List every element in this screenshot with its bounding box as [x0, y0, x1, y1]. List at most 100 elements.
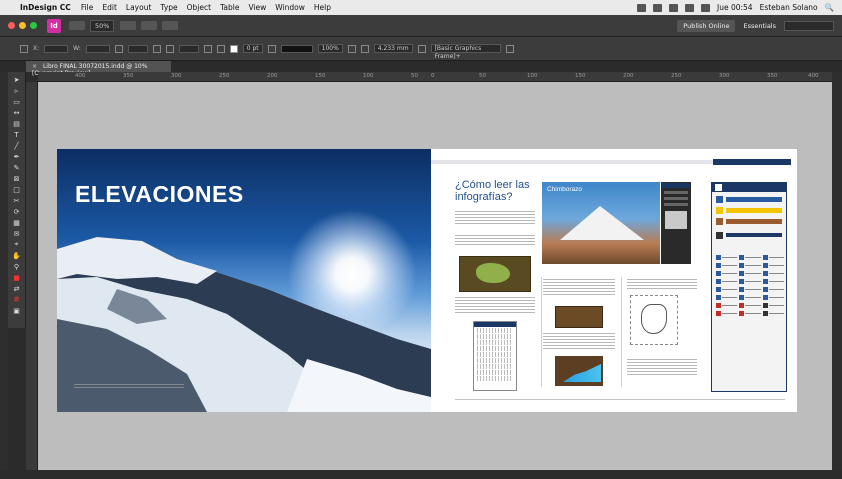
photo-caption[interactable]	[74, 384, 194, 390]
legend-box[interactable]	[473, 321, 517, 391]
climate-graphic[interactable]	[555, 306, 603, 328]
free-transform-tool-icon[interactable]: ⟳	[12, 207, 21, 216]
scissors-tool-icon[interactable]: ✂	[12, 196, 21, 205]
info-sidebar[interactable]	[661, 182, 691, 264]
outline-shape	[641, 304, 667, 334]
signage-cell	[762, 287, 784, 292]
regional-map-thumbnail[interactable]	[459, 256, 531, 292]
zoom-level[interactable]: 50%	[90, 19, 115, 32]
screen-mode-icon[interactable]: ▣	[12, 306, 21, 315]
pen-tool-icon[interactable]: ✒	[12, 152, 21, 161]
right-page[interactable]: ¿Cómo leer las infografías? Chimborazo	[431, 149, 797, 412]
line-tool-icon[interactable]: ╱	[12, 141, 21, 150]
menu-view[interactable]: View	[248, 3, 266, 12]
altitude-chart[interactable]	[555, 356, 603, 386]
publish-online-button[interactable]: Publish Online	[677, 19, 736, 32]
eyedropper-tool-icon[interactable]: ⌖	[12, 240, 21, 249]
page-tool-icon[interactable]: ▭	[12, 97, 21, 106]
view-options-button[interactable]	[120, 21, 137, 30]
menu-window[interactable]: Window	[275, 3, 305, 12]
bridge-button[interactable]	[69, 21, 85, 30]
selection-tool-icon[interactable]: ➤	[12, 75, 21, 84]
rectangle-frame-tool-icon[interactable]: ⊠	[12, 174, 21, 183]
screen-mode-button[interactable]	[141, 21, 158, 30]
menu-file[interactable]: File	[81, 3, 94, 12]
wrap-icon[interactable]	[360, 44, 369, 53]
fill-stroke-icon[interactable]: ■	[12, 273, 21, 282]
menu-object[interactable]: Object	[187, 3, 211, 12]
photo-label: Chimborazo	[547, 186, 583, 193]
flip-icon[interactable]	[203, 44, 212, 53]
ruler-label: 200	[623, 73, 634, 79]
fill-swatch-icon[interactable]	[229, 44, 238, 53]
menu-type[interactable]: Type	[160, 3, 177, 12]
workspace-switcher[interactable]: Essentials	[743, 22, 776, 30]
zoom-window-icon[interactable]	[30, 22, 37, 29]
rotate-field[interactable]	[178, 44, 199, 53]
column-divider	[541, 277, 542, 387]
swap-icon[interactable]: ⇄	[12, 284, 21, 293]
effects-icon[interactable]	[347, 44, 356, 53]
dropbox-icon[interactable]	[653, 3, 662, 12]
rotate-icon[interactable]	[165, 44, 174, 53]
bluetooth-icon[interactable]	[669, 3, 678, 12]
direct-selection-tool-icon[interactable]: ▹	[12, 86, 21, 95]
close-window-icon[interactable]	[8, 22, 15, 29]
climate-text	[543, 279, 615, 297]
signage-panel[interactable]	[711, 182, 787, 392]
type-tool-icon[interactable]: T	[12, 130, 21, 139]
menu-table[interactable]: Table	[220, 3, 239, 12]
note-tool-icon[interactable]: ✉	[12, 229, 21, 238]
corner-size-field[interactable]: 4.233 mm	[373, 44, 413, 53]
x-field[interactable]	[44, 44, 69, 53]
stroke-swatch-icon[interactable]	[267, 44, 276, 53]
pencil-tool-icon[interactable]: ✎	[12, 163, 21, 172]
close-tab-icon[interactable]: ×	[32, 63, 37, 70]
clock[interactable]: Jue 00:54	[717, 3, 753, 12]
menu-help[interactable]: Help	[314, 3, 331, 12]
spread-title[interactable]: ELEVACIONES	[75, 181, 244, 208]
volume-icon[interactable]	[701, 3, 710, 12]
object-style-select[interactable]: [Basic Graphics Frame]+	[430, 44, 501, 60]
rectangle-tool-icon[interactable]: □	[12, 185, 21, 194]
scale-x-field[interactable]	[127, 44, 148, 53]
select-container-icon[interactable]	[216, 44, 225, 53]
panel-menu-icon[interactable]	[505, 44, 514, 53]
creative-cloud-icon[interactable]	[637, 3, 646, 12]
align-icon[interactable]	[417, 44, 426, 53]
app-menu[interactable]: InDesign CC	[20, 3, 71, 12]
signage-row	[716, 195, 782, 203]
left-page-photo[interactable]: ELEVACIONES	[57, 149, 431, 412]
help-search-input[interactable]	[784, 20, 834, 31]
vertical-ruler[interactable]	[26, 82, 38, 470]
vertical-scrollbar[interactable]	[832, 72, 842, 470]
menu-layout[interactable]: Layout	[126, 3, 152, 12]
infographic-heading[interactable]: ¿Cómo leer las infografías?	[455, 179, 535, 203]
zoom-tool-icon[interactable]: ⚲	[12, 262, 21, 271]
ruler-label: 50	[479, 73, 486, 79]
document-tab[interactable]: × Libro FINAL 30072015.indd @ 10% [Overp…	[26, 61, 171, 77]
gradient-tool-icon[interactable]: ▦	[12, 218, 21, 227]
chimborazo-photo[interactable]: Chimborazo	[542, 182, 660, 264]
scale-x-icon[interactable]	[114, 44, 123, 53]
gap-tool-icon[interactable]: ↔	[12, 108, 21, 117]
horizontal-ruler[interactable]: 400 350 300 250 200 150 100 50 0 50 100 …	[38, 72, 832, 82]
arrange-documents-button[interactable]	[162, 21, 179, 30]
outline-map[interactable]	[630, 295, 678, 345]
stroke-type-select[interactable]	[280, 44, 313, 53]
constrain-icon[interactable]	[152, 44, 161, 53]
minimize-window-icon[interactable]	[19, 22, 26, 29]
w-field[interactable]	[85, 44, 110, 53]
content-collector-icon[interactable]: ▤	[12, 119, 21, 128]
wifi-icon[interactable]	[685, 3, 694, 12]
ruler-label: 100	[527, 73, 538, 79]
menu-edit[interactable]: Edit	[102, 3, 117, 12]
stroke-weight-select[interactable]: 0 pt	[242, 44, 263, 53]
altitude-area	[563, 364, 601, 382]
apply-none-icon[interactable]: ⧄	[12, 295, 21, 304]
opacity-select[interactable]: 100%	[317, 44, 343, 53]
search-icon[interactable]: 🔍	[825, 3, 834, 12]
reference-point-icon[interactable]	[20, 44, 28, 53]
hand-tool-icon[interactable]: ✋	[12, 251, 21, 260]
user-name[interactable]: Esteban Solano	[760, 3, 818, 12]
